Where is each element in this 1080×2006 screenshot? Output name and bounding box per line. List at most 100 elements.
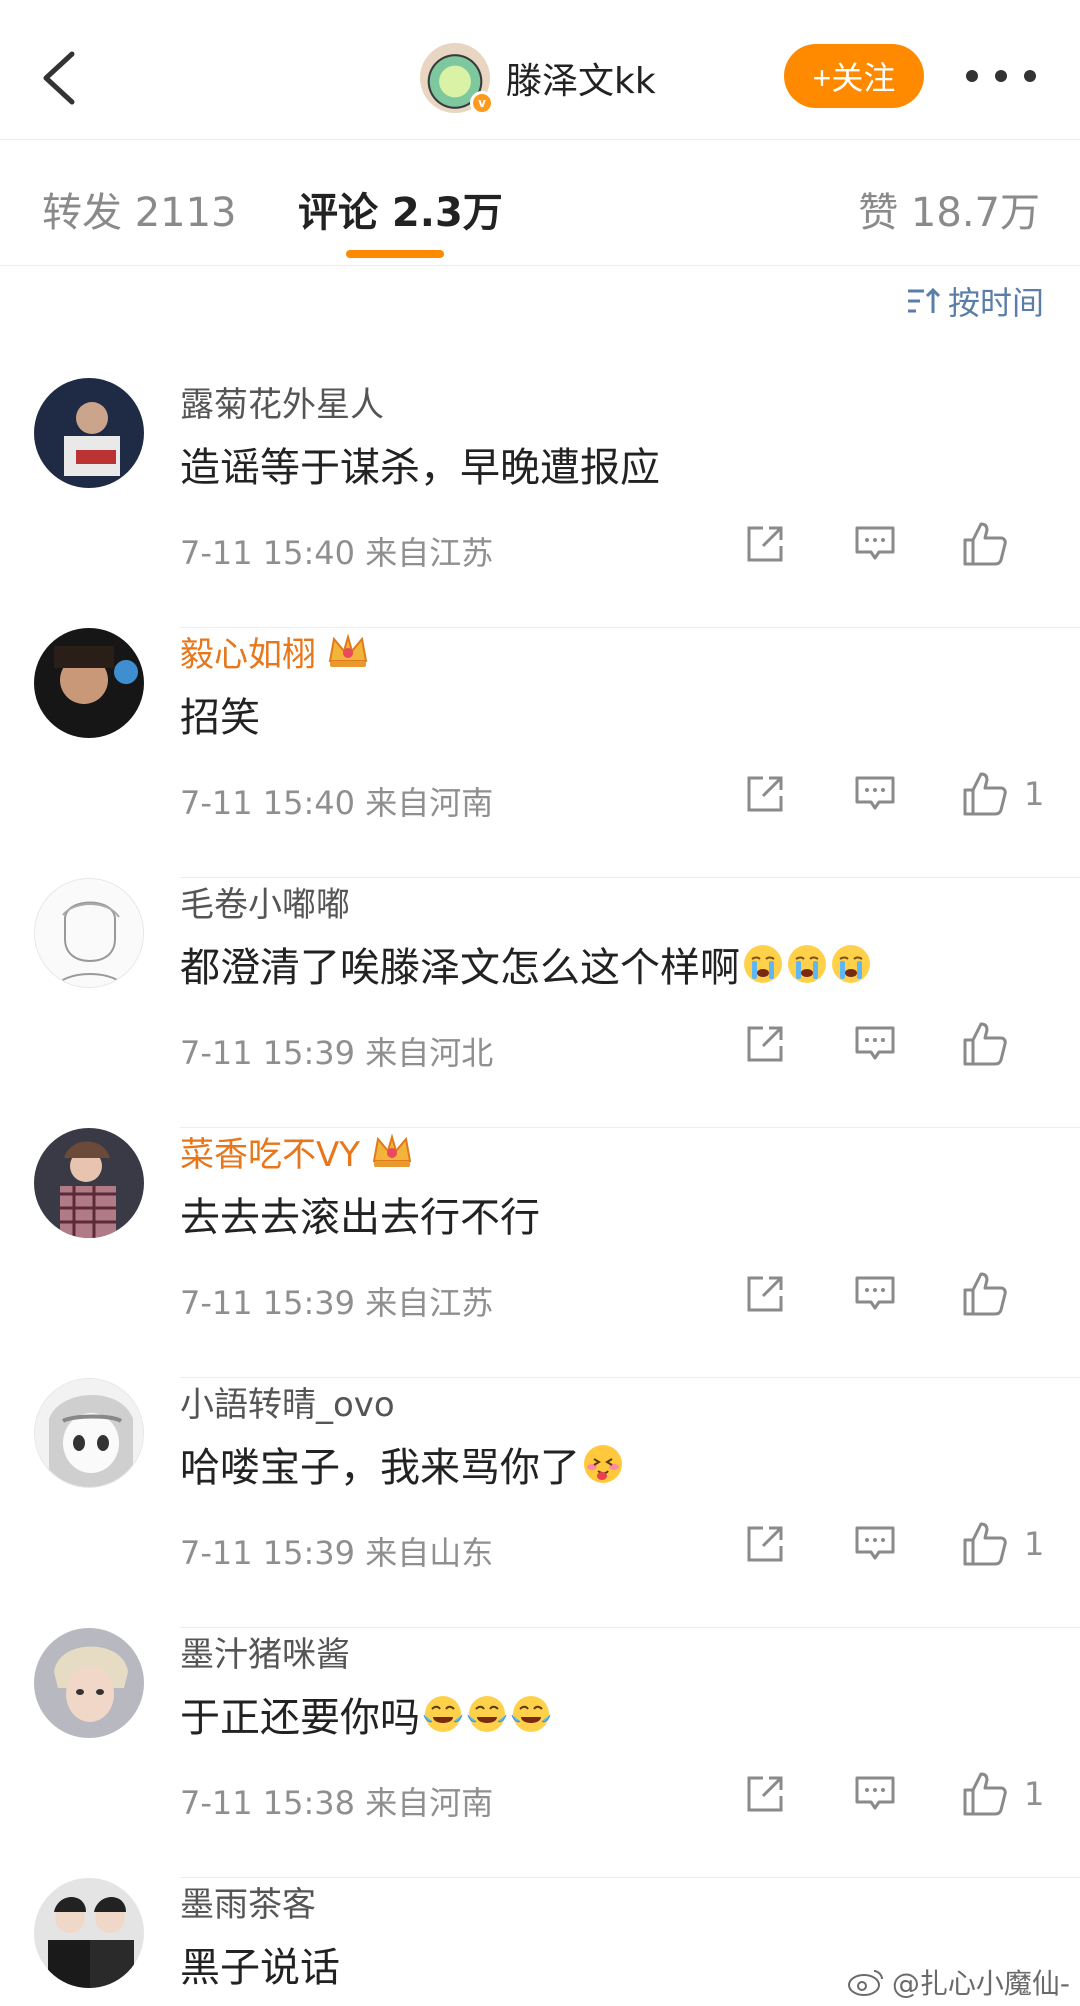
avatar[interactable]	[34, 1628, 144, 1738]
avatar[interactable]	[34, 1128, 144, 1238]
thumbs-up-icon	[963, 1022, 1007, 1066]
comment-meta: 7-11 15:38 来自河南	[180, 1784, 494, 1822]
like-button[interactable]	[960, 1269, 1010, 1319]
share-icon	[747, 776, 783, 812]
commenter-name[interactable]: 毛卷小嘟嘟	[180, 878, 350, 925]
comment-meta: 7-11 15:39 来自山东	[180, 1534, 494, 1572]
profile-header[interactable]: v 滕泽文kk	[420, 42, 656, 115]
sort-icon	[907, 287, 941, 313]
like-button[interactable]	[960, 1019, 1010, 1069]
comment-item: 露菊花外星人 造谣等于谋杀，早晚遭报应 7-11 15:40 来自江苏	[0, 378, 1080, 628]
comment-meta: 7-11 15:39 来自江苏	[180, 1284, 494, 1322]
tab-likes[interactable]: 赞 18.7万	[858, 180, 1040, 238]
reply-button[interactable]	[850, 769, 900, 819]
share-icon	[747, 1776, 783, 1812]
comment-text: 哈喽宝子，我来骂你了	[180, 1436, 624, 1492]
thumbs-up-icon	[963, 1522, 1007, 1566]
active-tab-indicator	[346, 250, 444, 258]
comment-icon	[855, 526, 895, 560]
comment-text: 都澄清了唉滕泽文怎么这个样啊	[180, 936, 872, 992]
chevron-left-icon	[43, 51, 75, 105]
tongue-emoji-icon	[584, 1445, 622, 1483]
sort-by-time-button[interactable]: 按时间	[906, 278, 1044, 324]
avatar[interactable]	[34, 1878, 144, 1988]
share-button[interactable]	[740, 1519, 790, 1569]
avatar[interactable]	[34, 1378, 144, 1488]
share-icon	[747, 1276, 783, 1312]
thumbs-up-icon	[963, 522, 1007, 566]
comment-actions: 1	[740, 768, 1044, 820]
like-count: 1	[1024, 1775, 1045, 1813]
like-button[interactable]	[960, 769, 1010, 819]
commenter-name[interactable]: 露菊花外星人	[180, 378, 384, 425]
comment-icon	[855, 1026, 895, 1060]
share-icon	[747, 1026, 783, 1062]
avatar[interactable]	[34, 878, 144, 988]
tab-bar: 转发 2113 评论 2.3万 赞 18.7万	[0, 140, 1080, 266]
thumbs-up-icon	[963, 1272, 1007, 1316]
commenter-name[interactable]: 墨雨茶客	[180, 1878, 316, 1925]
watermark: @扎心小魔仙-	[846, 1962, 1070, 2002]
tears-of-joy-emoji-icon	[511, 1696, 551, 1732]
comment-icon	[855, 1776, 895, 1810]
like-count: 1	[1024, 775, 1045, 813]
share-button[interactable]	[740, 1019, 790, 1069]
share-button[interactable]	[740, 519, 790, 569]
comment-actions	[740, 1018, 1044, 1070]
reply-button[interactable]	[850, 1269, 900, 1319]
thumbs-up-icon	[963, 772, 1007, 816]
share-icon	[747, 1526, 783, 1562]
reply-button[interactable]	[850, 519, 900, 569]
dot-icon	[1024, 70, 1036, 82]
comment-text: 造谣等于谋杀，早晚遭报应	[180, 445, 660, 491]
verified-badge-icon: v	[470, 91, 494, 115]
comment-meta: 7-11 15:40 来自河南	[180, 784, 494, 822]
like-button[interactable]	[960, 1769, 1010, 1819]
tears-of-joy-emoji-icon	[423, 1696, 463, 1732]
weibo-logo-icon	[847, 1970, 883, 1996]
header-username[interactable]: 滕泽文kk	[506, 52, 656, 104]
comment-item: 墨汁猪咪酱 于正还要你吗 7-11 15:38 来自河南 1	[0, 1628, 1080, 1878]
crying-emoji-icon	[744, 945, 782, 983]
reply-button[interactable]	[850, 1019, 900, 1069]
dot-icon	[966, 70, 978, 82]
share-button[interactable]	[740, 1769, 790, 1819]
vip-crown-icon	[328, 633, 368, 667]
avatar[interactable]: v	[420, 43, 494, 115]
avatar[interactable]	[34, 628, 144, 738]
reply-button[interactable]	[850, 1519, 900, 1569]
like-button[interactable]	[960, 1519, 1010, 1569]
like-button[interactable]	[960, 519, 1010, 569]
commenter-name[interactable]: 小語转晴_ovo	[180, 1378, 395, 1425]
share-icon	[747, 526, 783, 562]
commenter-name[interactable]: 菜香吃不VY	[180, 1128, 414, 1175]
like-count: 1	[1024, 1525, 1045, 1563]
commenter-name[interactable]: 毅心如栩	[180, 628, 370, 675]
comment-text: 黑子说话	[180, 1945, 340, 1991]
commenter-name[interactable]: 墨汁猪咪酱	[180, 1628, 350, 1675]
tab-reposts[interactable]: 转发 2113	[42, 180, 237, 238]
more-options-button[interactable]	[966, 58, 1036, 94]
comment-actions	[740, 1268, 1044, 1320]
share-button[interactable]	[740, 1269, 790, 1319]
thumbs-up-icon	[963, 1772, 1007, 1816]
comment-icon	[855, 1276, 895, 1310]
comment-text: 去去去滚出去行不行	[180, 1195, 540, 1241]
comment-icon	[855, 776, 895, 810]
comment-item: 毛卷小嘟嘟 都澄清了唉滕泽文怎么这个样啊 7-11 15:39 来自河北	[0, 878, 1080, 1128]
tears-of-joy-emoji-icon	[467, 1696, 507, 1732]
reply-button[interactable]	[850, 1769, 900, 1819]
dot-icon	[995, 70, 1007, 82]
comment-actions: 1	[740, 1768, 1044, 1820]
tab-comments[interactable]: 评论 2.3万	[298, 180, 503, 238]
comment-meta: 7-11 15:40 来自江苏	[180, 534, 494, 572]
share-button[interactable]	[740, 769, 790, 819]
comment-item: 毅心如栩 招笑 7-11 15:40 来自河南 1	[0, 628, 1080, 878]
avatar[interactable]	[34, 378, 144, 488]
comment-actions	[740, 518, 1044, 570]
follow-button[interactable]: +关注	[784, 44, 924, 108]
comment-text: 招笑	[180, 695, 260, 741]
top-bar: v 滕泽文kk +关注	[0, 0, 1080, 140]
back-button[interactable]	[36, 48, 86, 108]
comment-item: 菜香吃不VY 去去去滚出去行不行 7-11 15:39 来自江苏	[0, 1128, 1080, 1378]
